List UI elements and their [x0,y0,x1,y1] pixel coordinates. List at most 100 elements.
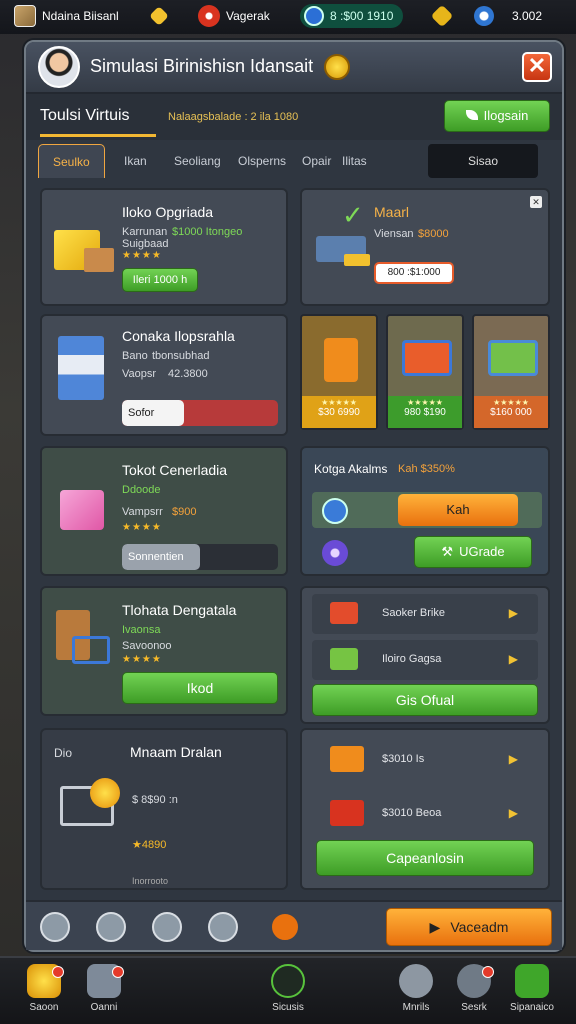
refresh-icon[interactable] [40,912,70,942]
nav-saoon[interactable]: Saoon [14,964,74,1024]
arrow-right-icon: ▶ [508,606,518,620]
puzzle-icon [515,964,549,998]
shop-card-2[interactable]: ★★★★★ 980 $190 [386,314,464,430]
store4-action-button[interactable]: Ikod [122,672,278,704]
store4-line2: Savoonoo [122,640,172,652]
notification-dot [112,966,124,978]
tab-ilitas[interactable]: Ilitas [342,144,367,178]
avatar[interactable] [38,46,80,88]
shop-card-3-footer: ★★★★★ $160 000 [474,396,548,428]
list1-item-1: Saoker Brike [382,607,445,619]
store5-tab[interactable]: Dio [54,746,72,760]
vending-icon [324,338,358,382]
tab-ikan[interactable]: Ikan [124,144,147,178]
nav-label-sesrk: Sesrk [461,1002,487,1013]
close-mini-icon[interactable]: ✕ [530,196,542,208]
store-icon [330,746,364,772]
gold-icon-wrap [430,4,454,28]
sub-title: Toulsi Virtuis [40,107,130,124]
list2-item-1: $3010 Is [382,753,425,765]
tab-seulko[interactable]: Seulko [38,144,105,178]
gear-icon [399,964,433,998]
shop-card-3[interactable]: ★★★★★ $160 000 [472,314,550,430]
nav-sicusis[interactable]: Sicusis [258,964,318,1024]
market-panel: ✓ Maarl Viensan $8000 800 :$1:000 ✕ [300,188,550,306]
store2-line2: Vaopsr [122,368,157,380]
checkmark-icon: ✓ [342,200,364,230]
list2-button[interactable]: Capeanlosin [316,840,534,876]
vaceadm-button[interactable]: ▶ Vaceadm [386,908,552,946]
actions-panel: Kotga Akalms Kah $350% Kah ⚒ UGrade [300,446,550,576]
market-price-tag[interactable]: 800 :$1:000 [374,262,454,284]
list-panel-1: Saoker Brike ▶ Iloiro Gagsa ▶ Gis Ofual [300,586,550,724]
nav-mnrils[interactable]: Mnrils [386,964,446,1024]
store1-title: Iloko Opgriada [122,204,214,220]
tab-seoliang[interactable]: Seoliang [174,144,221,178]
list-item[interactable]: $3010 Is ▶ [312,740,538,780]
store-panel-5: Dio Mnaam Dralan $ 8$90 :n ★4890 Inorroo… [40,728,288,890]
coin-icon [324,54,350,80]
cart-icon [72,636,110,664]
list-item[interactable]: Iloiro Gagsa ▶ [312,640,538,680]
store2-title: Conaka Ilopsrahla [122,328,235,344]
market-line1-value: $8000 [418,228,449,240]
store1-buy-button[interactable]: Ileri 1000 h [122,268,198,292]
store3-title: Tokot Cenerladia [122,462,228,478]
tab-sisao[interactable]: Sisao [428,144,538,178]
gem-icon [474,6,494,26]
coin-stack-icon [90,778,120,808]
tab-opair[interactable]: Opair [302,144,331,178]
store-panel-2: Conaka Ilopsrahla Bano tbonsubhad Vaopsr… [40,314,288,436]
list1-button[interactable]: Gis Ofual [312,684,538,716]
notification-dot [52,966,64,978]
gems-counter[interactable]: 3.002 [474,4,542,28]
player-info[interactable]: Ndaina Biisanl [14,4,119,28]
nav-sipanaico[interactable]: Sipanaico [502,964,562,1024]
list-item[interactable]: $3010 Beoa ▶ [312,794,538,834]
shop-icon [330,648,358,670]
tab-olsperns[interactable]: Olsperns [238,144,286,178]
store2-line1: Bano [122,350,148,362]
nav-sesrk[interactable]: Sesrk [444,964,504,1024]
arrow-right-icon: ▶ [508,652,518,666]
shop-card-2-stars: ★★★★★ [407,398,443,407]
store4-stars: ★★★★ [122,654,162,665]
main-window: Simulasi Birinishisn Idansait ✕ Toulsi V… [24,40,564,952]
list-panel-2: $3010 Is ▶ $3010 Beoa ▶ Capeanlosin [300,728,550,890]
upgrade-button[interactable]: ⚒ UGrade [414,536,532,568]
shop-card-3-stars: ★★★★★ [493,398,529,407]
rank-label: Vagerak [226,9,270,23]
play-icon: ▶ [429,919,441,935]
store1-line2: Suigbaad [122,238,169,250]
notification-dot [482,966,494,978]
login-button[interactable]: Ilogsain [444,100,550,132]
star-orb-icon [322,540,348,566]
money-counter[interactable]: 8 :$00 1910 [300,4,404,28]
store-panel-4: Tlohata Dengatala Ivaonsa Savoonoo ★★★★ … [40,586,288,716]
gold-gem-icon [430,4,454,28]
gauge-icon[interactable] [152,912,182,942]
gems-value: 3.002 [512,9,543,23]
player-name: Ndaina Biisanl [42,9,119,23]
rank-info[interactable]: Vagerak [198,4,270,28]
leaf-icon [465,110,478,120]
shop-card-1[interactable]: ★★★★★ $30 6990 [300,314,378,430]
close-button[interactable]: ✕ [522,52,552,82]
store5-footer: Inorrooto [132,876,169,886]
boost-icon[interactable] [270,912,300,942]
store2-line2-value: 42.3800 [168,368,208,380]
store1-line1-value: $1000 Itongeo [172,226,243,238]
tools-icon[interactable] [96,912,126,942]
store3-progress-fill: Sonnentien [122,544,200,570]
diamond-icon [149,6,169,26]
nav-oanni[interactable]: Oanni [74,964,134,1024]
actions-title: Kotga Akalms [314,462,388,476]
settings-icon[interactable] [208,912,238,942]
shop-card-1-footer: ★★★★★ $30 6990 [302,396,376,428]
store4-line1: Ivaonsa [122,624,161,636]
upgrade-label: UGrade [459,544,505,559]
list-item[interactable]: Saoker Brike ▶ [312,594,538,634]
kah-button[interactable]: Kah [398,494,518,526]
market-title: Maarl [374,204,410,220]
store3-progress-bar: Sonnentien [122,544,278,570]
